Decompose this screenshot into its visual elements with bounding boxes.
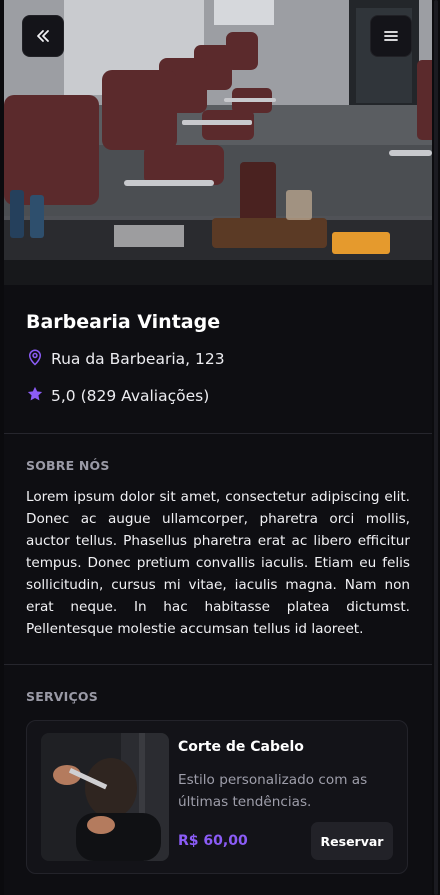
services-title: SERVIÇOS [26, 689, 98, 704]
services-section: SERVIÇOS Corte de Cabelo Estilo personal… [4, 665, 432, 874]
service-card: Corte de Cabelo Estilo personalizado com… [26, 720, 408, 874]
shop-info: Barbearia Vintage Rua da Barbearia, 123 … [4, 285, 432, 434]
about-section: SOBRE NÓS Lorem ipsum dolor sit amet, co… [4, 434, 432, 665]
menu-icon [383, 28, 399, 44]
service-image [41, 733, 169, 861]
service-description: Estilo personalizado com as últimas tend… [178, 772, 368, 810]
rating-text: 5,0 (829 Avaliações) [51, 387, 210, 405]
hero-image [4, 0, 432, 285]
address-row: Rua da Barbearia, 123 [26, 348, 410, 370]
address-text: Rua da Barbearia, 123 [51, 350, 225, 368]
back-button[interactable] [22, 15, 64, 57]
about-title: SOBRE NÓS [26, 458, 110, 473]
scrollbar[interactable] [432, 0, 440, 895]
shop-name: Barbearia Vintage [26, 311, 221, 333]
scrollbar-thumb[interactable] [434, 0, 438, 895]
about-text: Lorem ipsum dolor sit amet, consectetur … [26, 489, 410, 637]
haircut-photo [41, 733, 169, 861]
menu-button[interactable] [370, 15, 412, 57]
page: Barbearia Vintage Rua da Barbearia, 123 … [4, 0, 432, 895]
service-price: R$ 60,00 [178, 833, 248, 849]
chevrons-left-icon [35, 28, 51, 44]
star-icon [26, 385, 44, 407]
service-name: Corte de Cabelo [178, 739, 304, 755]
reserve-button[interactable]: Reservar [311, 822, 393, 860]
map-pin-icon [26, 348, 44, 370]
rating-row: 5,0 (829 Avaliações) [26, 385, 410, 407]
barbershop-photo [4, 0, 432, 285]
